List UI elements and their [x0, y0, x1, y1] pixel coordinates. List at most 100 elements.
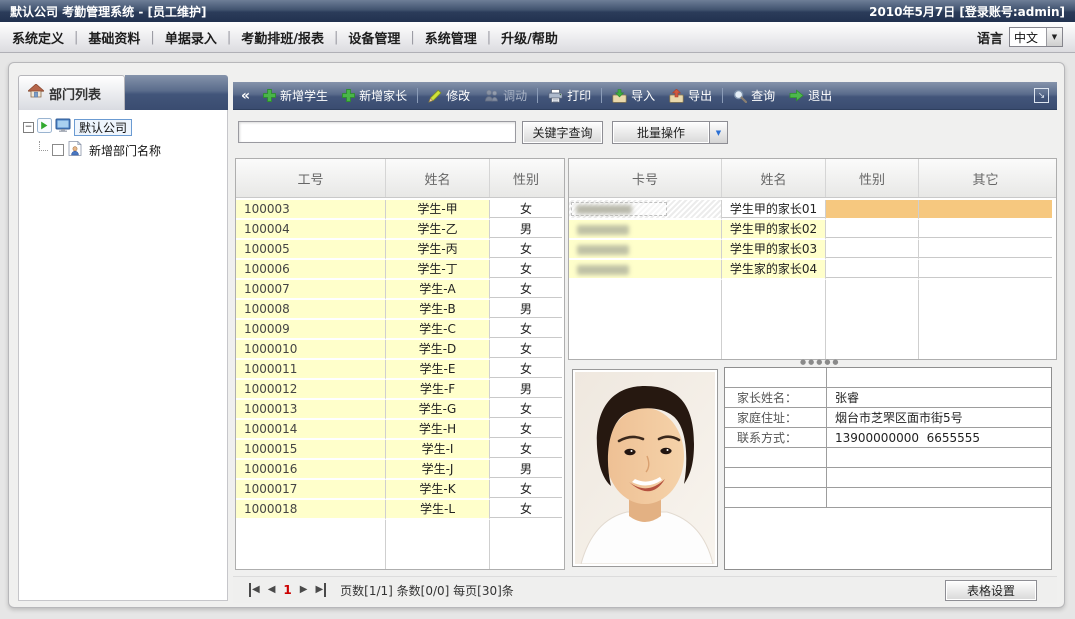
student-row[interactable]: 1000016学生-J男 [236, 460, 564, 480]
parent-name-cell[interactable]: 学生甲的家长01 [722, 200, 826, 220]
last-page-icon[interactable]: ▶ [315, 583, 326, 597]
student-id-cell[interactable]: 1000018 [236, 500, 386, 520]
student-gender-cell[interactable]: 男 [490, 220, 562, 240]
student-id-cell[interactable]: 1000013 [236, 400, 386, 420]
student-name-cell[interactable]: 学生-L [386, 500, 490, 520]
student-id-cell[interactable]: 100005 [236, 240, 386, 260]
edit-button[interactable]: 修改 [421, 85, 477, 106]
parent-row[interactable]: 学生甲的家长01 [569, 200, 1056, 220]
student-name-cell[interactable]: 学生-B [386, 300, 490, 320]
menu-data-entry[interactable]: 单据录入 [155, 28, 227, 47]
column-header[interactable]: 姓名 [722, 159, 826, 197]
column-header[interactable]: 性别 [490, 159, 562, 197]
student-name-cell[interactable]: 学生-G [386, 400, 490, 420]
add-parent-button[interactable]: 新增家长 [335, 85, 414, 106]
student-row[interactable]: 100006学生-丁女 [236, 260, 564, 280]
student-row[interactable]: 100009学生-C女 [236, 320, 564, 340]
student-gender-cell[interactable]: 男 [490, 300, 562, 320]
student-gender-cell[interactable]: 女 [490, 320, 562, 340]
student-name-cell[interactable]: 学生-K [386, 480, 490, 500]
student-id-cell[interactable]: 1000015 [236, 440, 386, 460]
parent-card-cell[interactable] [569, 200, 722, 220]
student-gender-cell[interactable]: 女 [490, 360, 562, 380]
student-row[interactable]: 1000014学生-H女 [236, 420, 564, 440]
batch-dropdown-arrow-icon[interactable]: ▼ [710, 121, 728, 144]
parent-gender-cell[interactable] [826, 220, 919, 240]
next-page-icon[interactable]: ▶ [300, 583, 308, 597]
student-name-cell[interactable]: 学生-乙 [386, 220, 490, 240]
student-row[interactable]: 100003学生-甲女 [236, 200, 564, 220]
parent-name-cell[interactable]: 学生甲的家长03 [722, 240, 826, 260]
student-id-cell[interactable]: 100007 [236, 280, 386, 300]
student-id-cell[interactable]: 100009 [236, 320, 386, 340]
student-gender-cell[interactable]: 女 [490, 420, 562, 440]
collapse-toolbar-button[interactable]: « [241, 88, 250, 104]
student-id-cell[interactable]: 1000014 [236, 420, 386, 440]
keyword-input[interactable] [238, 121, 516, 143]
parent-other-cell[interactable] [919, 260, 1052, 280]
parent-card-cell[interactable] [569, 260, 722, 280]
student-name-cell[interactable]: 学生-E [386, 360, 490, 380]
column-header[interactable]: 卡号 [569, 159, 722, 197]
batch-operation-button[interactable]: 批量操作 [612, 121, 710, 144]
tree-collapse-icon[interactable]: − [23, 122, 34, 133]
student-row[interactable]: 100004学生-乙男 [236, 220, 564, 240]
parent-row[interactable]: 学生家的家长04 [569, 260, 1056, 280]
student-row[interactable]: 1000012学生-F男 [236, 380, 564, 400]
student-gender-cell[interactable]: 女 [490, 480, 562, 500]
tree-root-company[interactable]: 默认公司 [74, 119, 132, 136]
add-student-button[interactable]: 新增学生 [256, 85, 335, 106]
student-gender-cell[interactable]: 女 [490, 400, 562, 420]
query-button[interactable]: 查询 [726, 85, 782, 106]
parent-other-cell[interactable] [919, 240, 1052, 260]
parent-gender-cell[interactable] [826, 200, 919, 220]
student-row[interactable]: 1000010学生-D女 [236, 340, 564, 360]
student-id-cell[interactable]: 1000012 [236, 380, 386, 400]
splitter-handle[interactable]: ●●●●● [800, 358, 841, 366]
tree-child-department[interactable]: 新增部门名称 [86, 142, 161, 159]
menu-system-define[interactable]: 系统定义 [2, 28, 74, 47]
maximize-icon[interactable]: ↘ [1034, 88, 1049, 103]
tab-department-list[interactable]: 部门列表 [18, 75, 125, 110]
column-header[interactable]: 工号 [236, 159, 386, 197]
student-gender-cell[interactable]: 女 [490, 340, 562, 360]
student-row[interactable]: 1000013学生-G女 [236, 400, 564, 420]
parent-row[interactable]: 学生甲的家长03 [569, 240, 1056, 260]
column-header[interactable]: 姓名 [386, 159, 490, 197]
student-row[interactable]: 100008学生-B男 [236, 300, 564, 320]
menu-device-management[interactable]: 设备管理 [338, 28, 410, 47]
student-row[interactable]: 1000018学生-L女 [236, 500, 564, 520]
parent-name-cell[interactable]: 学生家的家长04 [722, 260, 826, 280]
menu-system-management[interactable]: 系统管理 [415, 28, 487, 47]
student-gender-cell[interactable]: 男 [490, 460, 562, 480]
parent-gender-cell[interactable] [826, 260, 919, 280]
student-id-cell[interactable]: 100008 [236, 300, 386, 320]
parent-gender-cell[interactable] [826, 240, 919, 260]
student-row[interactable]: 1000011学生-E女 [236, 360, 564, 380]
student-name-cell[interactable]: 学生-H [386, 420, 490, 440]
student-name-cell[interactable]: 学生-I [386, 440, 490, 460]
student-name-cell[interactable]: 学生-D [386, 340, 490, 360]
column-header[interactable]: 性别 [826, 159, 919, 197]
student-name-cell[interactable]: 学生-甲 [386, 200, 490, 220]
student-id-cell[interactable]: 1000017 [236, 480, 386, 500]
export-button[interactable]: 导出 [662, 85, 719, 106]
student-gender-cell[interactable]: 女 [490, 280, 562, 300]
student-id-cell[interactable]: 100004 [236, 220, 386, 240]
table-settings-button[interactable]: 表格设置 [945, 580, 1037, 601]
student-id-cell[interactable]: 100006 [236, 260, 386, 280]
parent-card-cell[interactable] [569, 240, 722, 260]
student-id-cell[interactable]: 100003 [236, 200, 386, 220]
student-id-cell[interactable]: 1000010 [236, 340, 386, 360]
student-name-cell[interactable]: 学生-A [386, 280, 490, 300]
student-row[interactable]: 100005学生-丙女 [236, 240, 564, 260]
keyword-search-button[interactable]: 关键字查询 [522, 121, 603, 144]
chevron-down-icon[interactable]: ▼ [1046, 28, 1062, 46]
current-page-number[interactable]: 1 [283, 583, 291, 597]
prev-page-icon[interactable]: ◀ [268, 583, 276, 597]
student-gender-cell[interactable]: 女 [490, 200, 562, 220]
menu-base-data[interactable]: 基础资料 [78, 28, 150, 47]
language-select[interactable]: 中文 ▼ [1009, 27, 1063, 47]
student-name-cell[interactable]: 学生-F [386, 380, 490, 400]
student-id-cell[interactable]: 1000016 [236, 460, 386, 480]
